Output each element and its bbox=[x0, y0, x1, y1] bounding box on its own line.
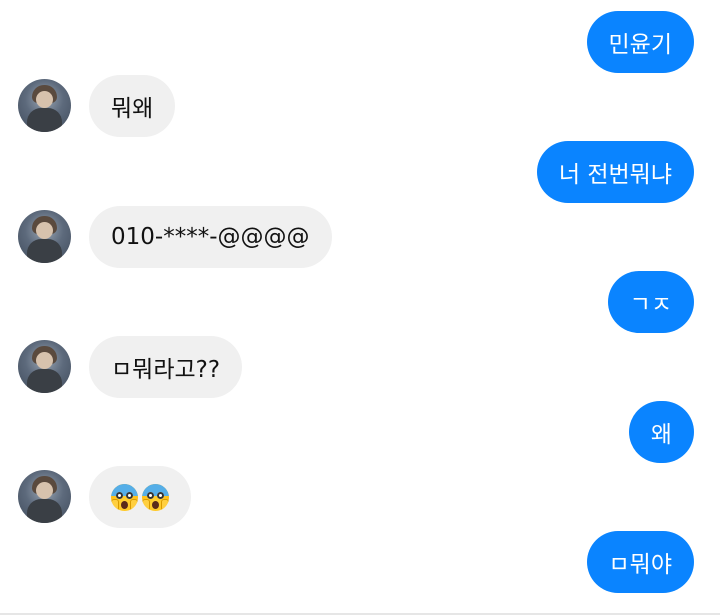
message-row-outgoing: 왜 bbox=[0, 401, 720, 463]
incoming-message-bubble[interactable]: 010-****-@@@@ bbox=[89, 206, 332, 268]
chat-thread: 민윤기 뭐왜 너 전번뭐냐 010-****-@@@@ ㄱㅈ ㅁ뭐라고?? 왜 bbox=[0, 0, 720, 615]
avatar[interactable] bbox=[18, 79, 71, 132]
outgoing-message-bubble[interactable]: 왜 bbox=[628, 401, 694, 463]
avatar[interactable] bbox=[18, 470, 71, 523]
message-row-incoming: 010-****-@@@@ bbox=[0, 206, 720, 268]
message-row-outgoing: 민윤기 bbox=[0, 11, 720, 73]
avatar[interactable] bbox=[18, 210, 71, 263]
outgoing-message-bubble[interactable]: ㄱㅈ bbox=[607, 271, 694, 333]
face-screaming-in-fear-icon bbox=[142, 483, 169, 511]
incoming-message-bubble[interactable]: 뭐왜 bbox=[89, 75, 176, 137]
message-row-outgoing: 너 전번뭐냐 bbox=[0, 141, 720, 203]
message-row-outgoing: ㄱㅈ bbox=[0, 271, 720, 333]
message-row-incoming: 뭐왜 bbox=[0, 75, 720, 137]
incoming-emoji-bubble[interactable] bbox=[89, 466, 191, 528]
avatar[interactable] bbox=[18, 340, 71, 393]
face-screaming-in-fear-icon bbox=[111, 483, 138, 511]
outgoing-message-bubble[interactable]: 너 전번뭐냐 bbox=[536, 141, 694, 203]
outgoing-message-bubble[interactable]: 민윤기 bbox=[586, 11, 694, 73]
message-row-incoming: ㅁ뭐라고?? bbox=[0, 336, 720, 398]
incoming-message-bubble[interactable]: ㅁ뭐라고?? bbox=[89, 336, 243, 398]
message-row-incoming bbox=[0, 466, 720, 528]
message-row-outgoing: ㅁ뭐야 bbox=[0, 531, 720, 593]
outgoing-message-bubble[interactable]: ㅁ뭐야 bbox=[586, 531, 694, 593]
